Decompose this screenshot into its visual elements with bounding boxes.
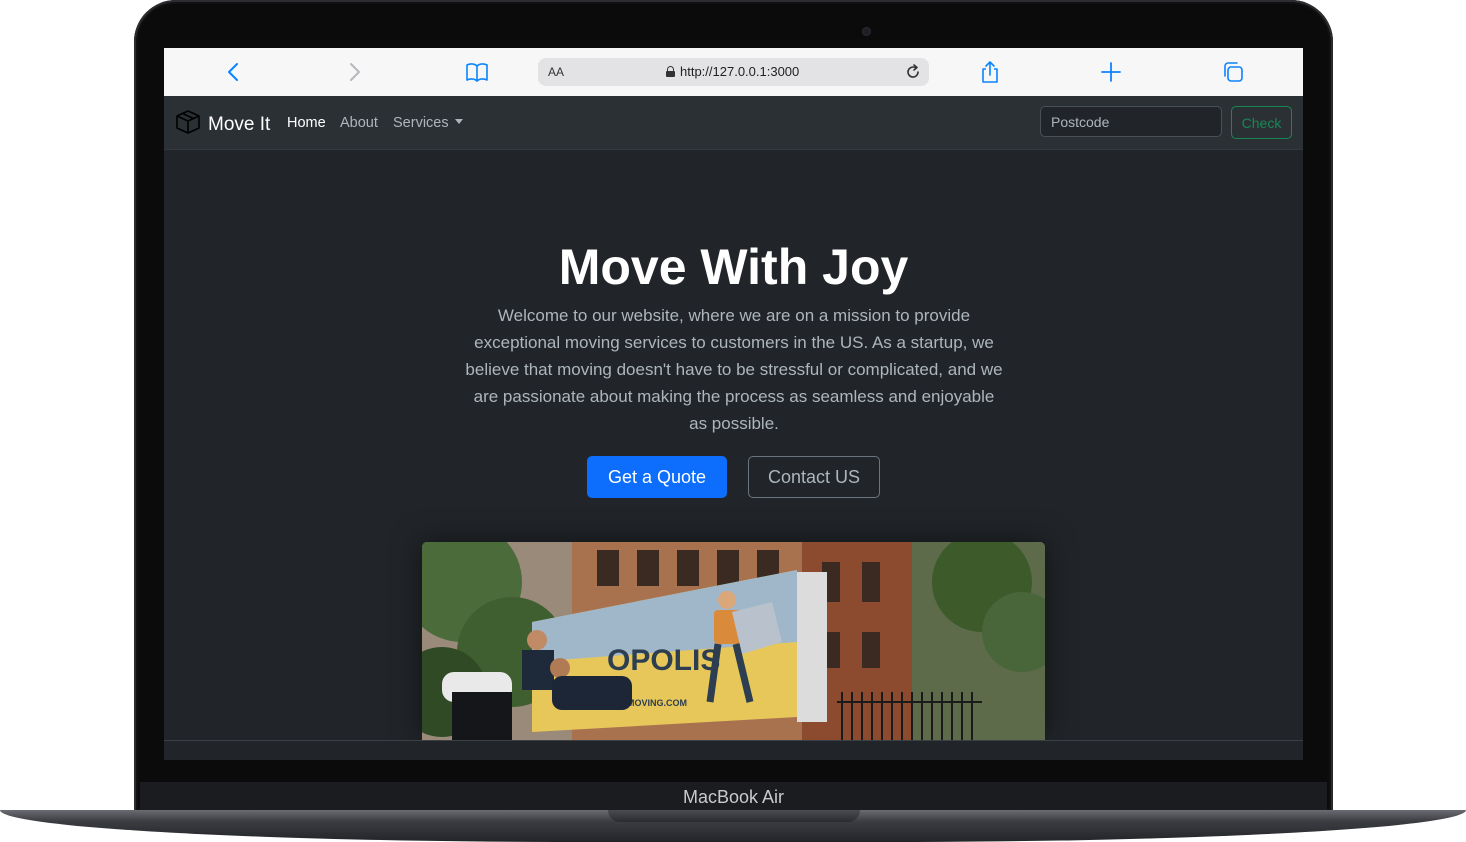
reload-icon[interactable] xyxy=(903,62,923,82)
new-tab-icon[interactable] xyxy=(1099,60,1123,84)
nav-about[interactable]: About xyxy=(340,115,378,131)
url-text: http://127.0.0.1:3000 xyxy=(680,64,800,79)
check-button[interactable]: Check xyxy=(1231,106,1292,139)
camera-icon xyxy=(862,27,871,36)
nav-services-label: Services xyxy=(393,115,449,131)
back-icon[interactable] xyxy=(222,60,246,84)
contact-us-button[interactable]: Contact US xyxy=(748,456,880,498)
tabs-icon[interactable] xyxy=(1221,60,1245,84)
screen: AA http://127.0.0.1:3000 Move It Home Ab… xyxy=(164,48,1303,760)
share-icon[interactable] xyxy=(978,60,1002,84)
nav-services-dropdown[interactable]: Services xyxy=(393,115,463,131)
address-bar[interactable]: AA http://127.0.0.1:3000 xyxy=(538,58,929,86)
laptop-notch xyxy=(608,810,860,822)
truck-subtext: MOVING.COM xyxy=(627,698,687,708)
postcode-input[interactable] xyxy=(1040,106,1222,137)
forward-icon[interactable] xyxy=(342,60,366,84)
truck-text: OPOLIS xyxy=(607,644,720,677)
hero-description: Welcome to our website, where we are on … xyxy=(465,306,1003,433)
bookmarks-icon[interactable] xyxy=(465,60,489,84)
chevron-down-icon xyxy=(454,119,463,124)
lock-icon xyxy=(666,66,675,77)
nav-home[interactable]: Home xyxy=(287,115,326,131)
browser-toolbar: AA http://127.0.0.1:3000 xyxy=(164,48,1303,97)
reader-aa-button[interactable]: AA xyxy=(548,65,564,79)
page-footer-edge xyxy=(164,740,1303,760)
get-quote-button[interactable]: Get a Quote xyxy=(587,456,727,498)
brand[interactable]: Move It xyxy=(174,108,270,141)
device-label: MacBook Air xyxy=(140,782,1327,812)
hero-image: OPOLIS MOVING.COM xyxy=(422,542,1045,740)
site-navbar: Move It Home About Services Check xyxy=(164,96,1303,150)
box-icon xyxy=(174,108,202,141)
hero-title: Move With Joy xyxy=(558,239,909,295)
brand-name: Move It xyxy=(208,113,271,135)
